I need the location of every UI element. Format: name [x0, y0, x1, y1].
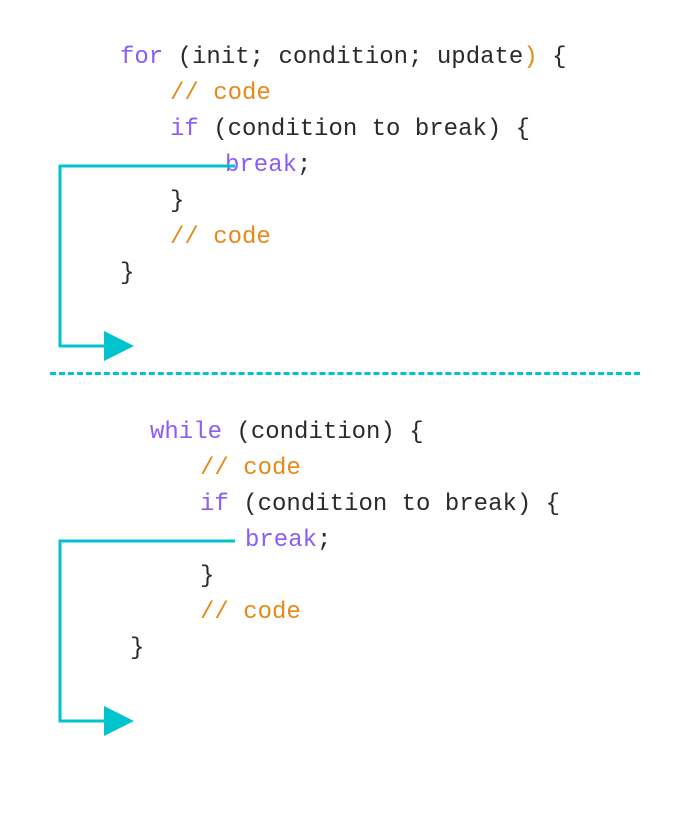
if-keyword-2: if [200, 491, 229, 518]
while-comment-1: // code [50, 451, 640, 487]
while-if-close: } [50, 559, 640, 595]
for-close: } [50, 256, 640, 292]
for-loop-block: for (init; condition; update) { // code … [50, 40, 640, 342]
for-comment-1: // code [50, 76, 640, 112]
if-keyword: if [170, 116, 199, 143]
for-break-line: break; [50, 148, 640, 184]
for-keyword: for [120, 44, 163, 71]
while-comment-2: // code [50, 595, 640, 631]
diagram-container: for (init; condition; update) { // code … [0, 0, 690, 757]
while-if-line: if (condition to break) { [50, 487, 640, 523]
for-line-1: for (init; condition; update) { [50, 40, 640, 76]
while-loop-block: while (condition) { // code if (conditio… [50, 415, 640, 717]
break-keyword: break [225, 152, 297, 179]
break-keyword-2: break [245, 527, 317, 554]
section-divider [50, 372, 640, 375]
for-comment-2: // code [50, 220, 640, 256]
while-close: } [50, 631, 640, 667]
while-break-line: break; [50, 523, 640, 559]
for-if-close: } [50, 184, 640, 220]
while-line-1: while (condition) { [50, 415, 640, 451]
for-if-line: if (condition to break) { [50, 112, 640, 148]
while-keyword: while [150, 419, 222, 446]
